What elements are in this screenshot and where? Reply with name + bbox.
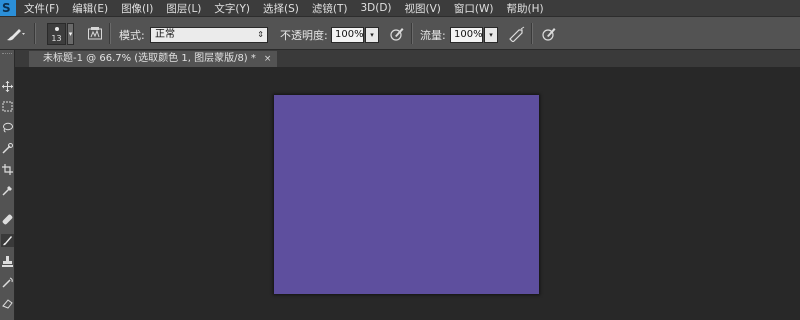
tool-lasso[interactable] — [1, 121, 14, 134]
menu-filter[interactable]: 滤镜(T) — [312, 1, 348, 16]
menu-help[interactable]: 帮助(H) — [507, 1, 544, 16]
brush-preset-picker[interactable]: 13 — [47, 23, 66, 45]
tablet-pressure-opacity-icon — [390, 28, 404, 41]
tool-quick-selection[interactable] — [1, 142, 14, 155]
tool-crop[interactable] — [1, 163, 14, 176]
brush-tip-icon — [55, 27, 59, 31]
options-separator — [411, 23, 413, 44]
history-brush-icon — [2, 277, 13, 288]
blend-mode-select[interactable]: 正常 ⇕ — [150, 27, 268, 43]
healing-brush-icon — [2, 214, 13, 225]
opacity-pressure-toggle[interactable] — [388, 25, 406, 43]
move-icon — [2, 81, 13, 92]
quick-selection-icon — [2, 143, 13, 154]
menu-layer[interactable]: 图层(L) — [166, 1, 201, 16]
tool-preset-picker[interactable] — [4, 25, 26, 43]
lasso-icon — [3, 122, 13, 133]
menu-bar: S 文件(F) 编辑(E) 图像(I) 图层(L) 文字(Y) 选择(S) 滤镜… — [0, 0, 800, 16]
document-tab[interactable]: 未标题-1 @ 66.7% (选取颜色 1, 图层蒙版/8) * × — [29, 51, 278, 67]
document-canvas[interactable] — [274, 95, 539, 294]
tool-history-brush[interactable] — [1, 276, 14, 289]
menu-edit[interactable]: 编辑(E) — [72, 1, 108, 16]
marquee-icon — [2, 101, 13, 112]
tool-eraser[interactable] — [1, 297, 14, 310]
options-separator — [109, 23, 111, 44]
size-pressure-toggle[interactable] — [540, 25, 558, 43]
tools-panel — [0, 50, 15, 320]
document-tab-strip: 未标题-1 @ 66.7% (选取颜色 1, 图层蒙版/8) * × — [15, 50, 800, 67]
options-bar: 13 ▾ 模式: 正常 ⇕ 不透明度: 100% ▾ 流量: 100% ▾ — [0, 16, 800, 50]
options-separator — [34, 23, 36, 44]
brush-panel-toggle-icon — [88, 27, 102, 40]
menu-type[interactable]: 文字(Y) — [214, 1, 250, 16]
airbrush-icon — [509, 26, 525, 42]
airbrush-toggle[interactable] — [507, 25, 527, 43]
document-tab-title: 未标题-1 @ 66.7% (选取颜色 1, 图层蒙版/8) * — [43, 53, 256, 64]
opacity-input[interactable]: 100% — [331, 27, 364, 43]
menu-3d[interactable]: 3D(D) — [360, 2, 391, 14]
tool-marquee[interactable] — [1, 100, 14, 113]
options-separator — [531, 23, 533, 44]
eraser-icon — [2, 299, 13, 309]
menu-image[interactable]: 图像(I) — [121, 1, 153, 16]
brush-icon — [3, 236, 12, 246]
menu-window[interactable]: 窗口(W) — [454, 1, 494, 16]
photoshop-logo: S — [0, 0, 16, 16]
brush-size-value: 13 — [51, 34, 62, 43]
flow-input[interactable]: 100% — [450, 27, 483, 43]
tool-healing-brush[interactable] — [1, 213, 14, 226]
toggle-brush-panel-button[interactable] — [86, 25, 104, 43]
select-arrows-icon: ⇕ — [257, 30, 264, 39]
opacity-slider-button[interactable]: ▾ — [365, 27, 379, 43]
tool-eyedropper[interactable] — [1, 184, 14, 197]
close-tab-icon[interactable]: × — [264, 54, 272, 64]
mode-label: 模式: — [119, 29, 145, 42]
brush-preset-dropdown-button[interactable]: ▾ — [67, 23, 74, 45]
crop-icon — [2, 164, 13, 175]
clone-stamp-icon — [2, 256, 13, 267]
flow-slider-button[interactable]: ▾ — [484, 27, 498, 43]
eyedropper-icon — [2, 186, 12, 196]
menu-view[interactable]: 视图(V) — [405, 1, 441, 16]
menu-select[interactable]: 选择(S) — [263, 1, 299, 16]
menu-file[interactable]: 文件(F) — [24, 1, 59, 16]
tool-move[interactable] — [1, 80, 14, 93]
tool-clone-stamp[interactable] — [1, 255, 14, 268]
opacity-label: 不透明度: — [280, 29, 328, 42]
panel-grip[interactable] — [2, 53, 12, 57]
blend-mode-value: 正常 — [155, 29, 175, 40]
tool-brush[interactable] — [1, 234, 14, 247]
flow-label: 流量: — [420, 29, 446, 42]
brush-tool-icon — [7, 29, 25, 41]
tablet-pressure-size-icon — [542, 28, 556, 41]
